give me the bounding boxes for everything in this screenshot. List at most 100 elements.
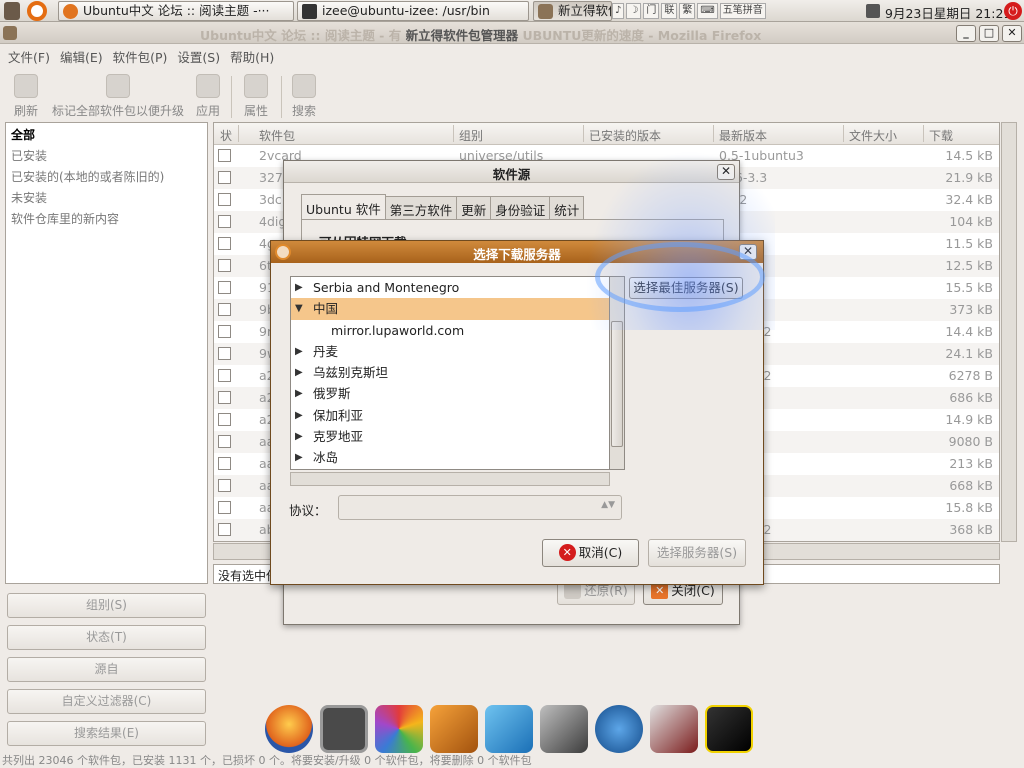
menu-file[interactable]: 文件(F) — [6, 44, 58, 66]
menu-package[interactable]: 软件包(P) — [111, 44, 176, 66]
expand-arrow-icon[interactable]: ▶ — [295, 426, 303, 447]
drive-icon[interactable] — [650, 705, 698, 753]
col-status[interactable]: 状 — [220, 127, 232, 144]
tree-item-mirror[interactable]: mirror.lupaworld.com — [291, 320, 624, 341]
collapse-arrow-icon[interactable]: ▼ — [295, 298, 303, 319]
tab-third-party[interactable]: 第三方软件 — [384, 196, 458, 220]
keyboard-icon[interactable]: ⌨ — [697, 3, 718, 19]
tree-vertical-scrollbar[interactable] — [609, 276, 625, 470]
install-checkbox[interactable] — [218, 171, 231, 184]
col-file-size[interactable]: 文件大小 — [849, 127, 897, 144]
protocol-combo[interactable]: ▲▼ — [338, 495, 622, 520]
task-terminal[interactable]: izee@ubuntu-izee: /usr/bin — [297, 1, 529, 21]
tree-item-uzbekistan[interactable]: ▶ 乌兹别克斯坦 — [291, 362, 624, 383]
tree-item-russia[interactable]: ▶ 俄罗斯 — [291, 383, 624, 404]
install-checkbox[interactable] — [218, 303, 231, 316]
install-checkbox[interactable] — [218, 237, 231, 250]
input-method-icon[interactable]: 门 — [643, 3, 660, 19]
sections-button[interactable]: 组别(S) — [7, 593, 206, 618]
box-icon[interactable] — [430, 705, 478, 753]
expand-arrow-icon[interactable]: ▶ — [295, 405, 303, 426]
col-latest-version[interactable]: 最新版本 — [719, 127, 767, 144]
install-checkbox[interactable] — [218, 391, 231, 404]
install-checkbox[interactable] — [218, 325, 231, 338]
install-checkbox[interactable] — [218, 149, 231, 162]
install-checkbox[interactable] — [218, 523, 231, 536]
menu-settings[interactable]: 设置(S) — [175, 44, 228, 66]
install-checkbox[interactable] — [218, 413, 231, 426]
install-checkbox[interactable] — [218, 281, 231, 294]
install-checkbox[interactable] — [218, 259, 231, 272]
col-package[interactable]: 软件包 — [259, 127, 295, 144]
menu-edit[interactable]: 编辑(E) — [58, 44, 111, 66]
network-icon[interactable] — [485, 705, 533, 753]
task-firefox[interactable]: Ubuntu中文 论坛 :: 阅读主题 -··· — [58, 1, 294, 21]
choose-server-button[interactable]: 选择服务器(S) — [648, 539, 746, 567]
wolf-icon[interactable] — [595, 705, 643, 753]
tree-horizontal-scrollbar[interactable] — [290, 472, 610, 486]
apply-button[interactable]: 应用 — [196, 74, 220, 119]
col-installed-version[interactable]: 已安装的版本 — [589, 127, 661, 144]
install-checkbox[interactable] — [218, 193, 231, 206]
install-checkbox[interactable] — [218, 369, 231, 382]
scrollbar-thumb[interactable] — [611, 321, 623, 447]
maximize-button[interactable]: □ — [979, 25, 999, 42]
origin-button[interactable]: 源自 — [7, 657, 206, 682]
synaptic-app-icon[interactable] — [3, 26, 17, 40]
search-button[interactable]: 搜索 — [292, 74, 316, 119]
moon-icon[interactable]: ☽ — [626, 3, 642, 19]
firefox-icon[interactable] — [265, 705, 313, 753]
col-download[interactable]: 下载 — [929, 127, 953, 144]
media-icon[interactable] — [540, 705, 588, 753]
tree-item-iceland[interactable]: ▶ 冰岛 — [291, 447, 624, 468]
install-checkbox[interactable] — [218, 215, 231, 228]
close-button[interactable]: ✕ — [1002, 25, 1022, 42]
ubuntu-logo-icon[interactable] — [27, 1, 47, 21]
window-titlebar[interactable]: Ubuntu中文 论坛 :: 阅读主题 - 有 新立得软件包管理器 UBUNTU… — [0, 22, 1024, 44]
tree-item-croatia[interactable]: ▶ 克罗地亚 — [291, 426, 624, 447]
tab-authentication[interactable]: 身份验证 — [490, 196, 551, 220]
network-status-icon[interactable] — [866, 4, 880, 18]
tree-item-china[interactable]: ▼ 中国 — [291, 298, 624, 320]
filter-new-in-repo[interactable]: 软件仓库里的新内容 — [6, 207, 207, 228]
filter-all[interactable]: 全部 — [6, 123, 207, 144]
select-best-server-button[interactable]: 选择最佳服务器(S) — [629, 277, 743, 299]
power-icon[interactable]: ⏻ — [1004, 2, 1022, 20]
install-checkbox[interactable] — [218, 457, 231, 470]
tree-item-bulgaria[interactable]: ▶ 保加利亚 — [291, 405, 624, 426]
search-results-button[interactable]: 搜索结果(E) — [7, 721, 206, 746]
filter-not-installed[interactable]: 未安装 — [6, 186, 207, 207]
panel-clock[interactable]: 9月23日星期日 21:21 — [885, 3, 1011, 22]
col-section[interactable]: 组别 — [459, 127, 483, 144]
tab-updates[interactable]: 更新 — [456, 196, 492, 220]
tab-statistics[interactable]: 统计 — [549, 196, 585, 220]
tree-item-denmark[interactable]: ▶ 丹麦 — [291, 341, 624, 362]
expand-arrow-icon[interactable]: ▶ — [295, 362, 303, 383]
expand-arrow-icon[interactable]: ▶ — [295, 383, 303, 404]
install-checkbox[interactable] — [218, 501, 231, 514]
install-checkbox[interactable] — [218, 479, 231, 492]
lianxiang-toggle[interactable]: 联 — [661, 3, 678, 19]
minimize-button[interactable]: _ — [956, 25, 976, 42]
close-icon[interactable]: ✕ — [739, 244, 757, 260]
moto-icon[interactable] — [705, 705, 753, 753]
qq-icon[interactable]: ♪ — [612, 3, 625, 19]
install-checkbox[interactable] — [218, 435, 231, 448]
install-checkbox[interactable] — [218, 347, 231, 360]
reload-button[interactable]: 刷新 — [14, 74, 38, 119]
status-button[interactable]: 状态(T) — [7, 625, 206, 650]
expand-arrow-icon[interactable]: ▶ — [295, 341, 303, 362]
expand-arrow-icon[interactable]: ▶ — [295, 277, 303, 298]
close-icon[interactable]: ✕ — [717, 164, 735, 180]
filter-installed-local[interactable]: 已安装的(本地的或者陈旧的) — [6, 165, 207, 186]
table-vertical-scrollbar[interactable] — [1001, 122, 1017, 542]
task-synaptic[interactable]: 新立得软件 — [533, 1, 612, 21]
color-fan-icon[interactable] — [375, 705, 423, 753]
mark-all-upgrades-button[interactable]: 标记全部软件包以便升级 — [52, 74, 184, 119]
tab-ubuntu-software[interactable]: Ubuntu 软件 — [301, 194, 386, 220]
custom-filters-button[interactable]: 自定义过滤器(C) — [7, 689, 206, 714]
applications-menu-icon[interactable] — [4, 2, 20, 20]
terminal-icon[interactable] — [320, 705, 368, 753]
properties-button[interactable]: 属性 — [244, 74, 268, 119]
tree-item-serbia[interactable]: ▶ Serbia and Montenegro — [291, 277, 624, 298]
